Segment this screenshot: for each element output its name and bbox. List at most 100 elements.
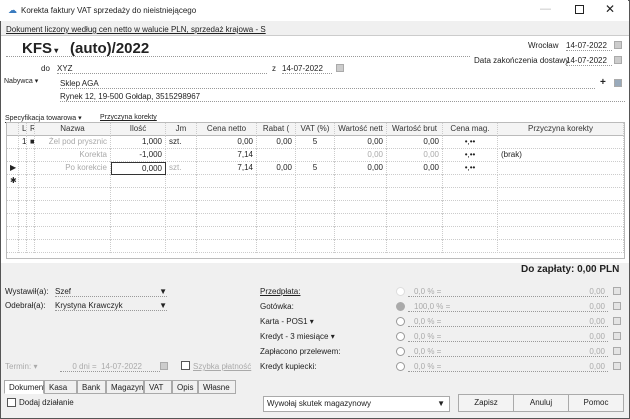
table-cell[interactable]: [443, 201, 498, 214]
quick-payment-label[interactable]: Szybka płatność: [193, 362, 251, 371]
doc-type-dropdown[interactable]: KFS ▾: [22, 40, 58, 57]
table-cell[interactable]: [35, 201, 111, 214]
table-cell[interactable]: [296, 201, 335, 214]
table-cell[interactable]: [296, 227, 335, 240]
table-cell[interactable]: [197, 227, 257, 240]
save-button[interactable]: Zapisz: [458, 394, 514, 412]
payment-radio[interactable]: [396, 362, 405, 371]
table-cell[interactable]: 0,00: [257, 162, 296, 175]
table-cell[interactable]: [111, 240, 166, 253]
table-cell[interactable]: Korekta: [35, 149, 111, 162]
table-cell[interactable]: [296, 188, 335, 201]
table-cell[interactable]: [197, 214, 257, 227]
tab-kasa[interactable]: Kasa: [44, 380, 77, 394]
calendar-icon[interactable]: [336, 64, 344, 72]
add-icon[interactable]: +: [600, 77, 606, 88]
table-cell[interactable]: 0,00: [387, 162, 443, 175]
table-cell[interactable]: [197, 240, 257, 253]
table-cell[interactable]: 0,00: [197, 136, 257, 149]
cancel-button[interactable]: Anuluj: [513, 394, 569, 412]
payment-radio[interactable]: [396, 287, 405, 296]
table-cell[interactable]: [257, 227, 296, 240]
table-cell[interactable]: 1,000: [111, 136, 166, 149]
table-cell[interactable]: [335, 201, 387, 214]
table-cell[interactable]: [498, 227, 624, 240]
payment-amount-field[interactable]: 0,00: [408, 317, 608, 327]
table-cell[interactable]: [257, 240, 296, 253]
table-cell[interactable]: [35, 175, 111, 188]
table-cell[interactable]: [35, 188, 111, 201]
z-date-field[interactable]: 14-07-2022: [282, 64, 332, 74]
table-cell[interactable]: [443, 188, 498, 201]
table-cell[interactable]: [387, 188, 443, 201]
table-cell[interactable]: [19, 214, 27, 227]
table-cell[interactable]: szt.: [166, 162, 197, 175]
table-cell[interactable]: [498, 214, 624, 227]
table-cell[interactable]: [166, 214, 197, 227]
table-cell[interactable]: [498, 188, 624, 201]
table-cell[interactable]: [7, 240, 19, 253]
received-by-select[interactable]: Krystyna Krawczyk ▼: [55, 301, 167, 311]
table-cell[interactable]: [166, 227, 197, 240]
table-cell[interactable]: [35, 227, 111, 240]
table-cell[interactable]: [296, 240, 335, 253]
help-button[interactable]: Pomoc: [568, 394, 624, 412]
payment-amount-field[interactable]: 0,00: [408, 287, 608, 297]
table-cell[interactable]: szt.: [166, 136, 197, 149]
table-cell[interactable]: [257, 214, 296, 227]
table-cell[interactable]: [296, 175, 335, 188]
table-cell[interactable]: 0,00: [257, 136, 296, 149]
table-cell[interactable]: 1: [19, 136, 27, 149]
table-cell[interactable]: [296, 214, 335, 227]
table-cell[interactable]: 0,00: [387, 136, 443, 149]
table-cell[interactable]: [19, 227, 27, 240]
payment-radio[interactable]: [396, 347, 405, 356]
tab-bank[interactable]: Bank: [77, 380, 106, 394]
table-cell[interactable]: [19, 240, 27, 253]
table-cell[interactable]: [27, 227, 35, 240]
payment-label[interactable]: Karta - POS1 ▾: [260, 317, 314, 326]
table-cell[interactable]: [27, 240, 35, 253]
payment-amount-field[interactable]: 0,00: [408, 362, 608, 372]
payment-amount-field[interactable]: 0,00: [408, 332, 608, 342]
table-cell[interactable]: [166, 149, 197, 162]
payment-label[interactable]: Przedpłata:: [260, 287, 300, 296]
maximize-button[interactable]: [575, 5, 584, 14]
table-cell[interactable]: [387, 240, 443, 253]
calendar-icon[interactable]: [614, 41, 622, 49]
table-cell[interactable]: [443, 227, 498, 240]
table-cell[interactable]: [19, 201, 27, 214]
table-cell[interactable]: [443, 240, 498, 253]
table-cell[interactable]: [335, 175, 387, 188]
table-cell[interactable]: ✱: [7, 175, 19, 188]
calendar-icon[interactable]: [160, 362, 168, 370]
table-cell[interactable]: [35, 214, 111, 227]
tab-opis[interactable]: Opis: [172, 380, 198, 394]
payment-label[interactable]: Kredyt - 3 miesiące ▾: [260, 332, 335, 341]
do-field[interactable]: XYZ: [57, 64, 267, 74]
table-cell[interactable]: [335, 188, 387, 201]
table-cell[interactable]: [498, 175, 624, 188]
table-cell[interactable]: [335, 214, 387, 227]
close-button[interactable]: ✕: [605, 2, 615, 16]
table-cell[interactable]: 0,00: [335, 149, 387, 162]
issue-date-field[interactable]: 14-07-2022: [566, 41, 612, 51]
table-cell[interactable]: [257, 175, 296, 188]
issued-by-select[interactable]: Szef ▼: [55, 287, 167, 297]
table-cell[interactable]: [111, 175, 166, 188]
table-cell[interactable]: [19, 162, 27, 175]
calculator-icon[interactable]: [613, 302, 621, 310]
buyer-name-field[interactable]: Sklep AGA: [60, 79, 595, 89]
table-cell[interactable]: ▶: [7, 162, 19, 175]
calculator-icon[interactable]: [613, 287, 621, 295]
table-cell[interactable]: [387, 201, 443, 214]
table-cell[interactable]: [7, 214, 19, 227]
delivery-date-field[interactable]: 14-07-2022: [566, 56, 612, 66]
payment-radio[interactable]: [396, 332, 405, 341]
table-cell[interactable]: [35, 240, 111, 253]
table-cell[interactable]: [7, 188, 19, 201]
buyer-dropdown[interactable]: Nabywca ▾: [4, 77, 38, 85]
tab-własne[interactable]: Własne: [198, 380, 236, 394]
table-cell[interactable]: [111, 201, 166, 214]
table-cell[interactable]: [7, 136, 19, 149]
